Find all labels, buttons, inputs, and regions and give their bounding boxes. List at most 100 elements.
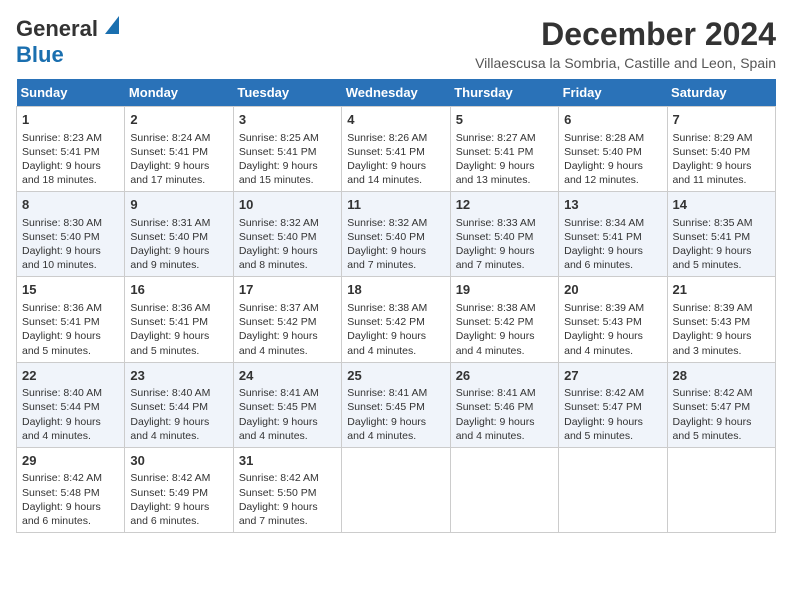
sunrise-text: Sunrise: 8:27 AM (456, 131, 553, 145)
calendar-cell: 6Sunrise: 8:28 AMSunset: 5:40 PMDaylight… (559, 107, 667, 192)
day-number: 15 (22, 281, 119, 299)
sunset-text: Sunset: 5:41 PM (239, 145, 336, 159)
calendar-cell: 27Sunrise: 8:42 AMSunset: 5:47 PMDayligh… (559, 362, 667, 447)
sunrise-text: Sunrise: 8:36 AM (130, 301, 227, 315)
day-number: 4 (347, 111, 444, 129)
calendar-cell: 1Sunrise: 8:23 AMSunset: 5:41 PMDaylight… (17, 107, 125, 192)
calendar-cell (342, 447, 450, 532)
sunset-text: Sunset: 5:44 PM (22, 400, 119, 414)
calendar-cell: 11Sunrise: 8:32 AMSunset: 5:40 PMDayligh… (342, 192, 450, 277)
day-number: 18 (347, 281, 444, 299)
sunset-text: Sunset: 5:41 PM (564, 230, 661, 244)
calendar-table: SundayMondayTuesdayWednesdayThursdayFrid… (16, 79, 776, 533)
sunrise-text: Sunrise: 8:42 AM (564, 386, 661, 400)
sunset-text: Sunset: 5:43 PM (673, 315, 770, 329)
header-tuesday: Tuesday (233, 79, 341, 107)
calendar-cell (667, 447, 775, 532)
day-number: 28 (673, 367, 770, 385)
week-row-4: 22Sunrise: 8:40 AMSunset: 5:44 PMDayligh… (17, 362, 776, 447)
sunset-text: Sunset: 5:42 PM (456, 315, 553, 329)
daylight-text: Daylight: 9 hours and 10 minutes. (22, 244, 119, 272)
daylight-text: Daylight: 9 hours and 17 minutes. (130, 159, 227, 187)
sunset-text: Sunset: 5:50 PM (239, 486, 336, 500)
day-number: 22 (22, 367, 119, 385)
week-row-5: 29Sunrise: 8:42 AMSunset: 5:48 PMDayligh… (17, 447, 776, 532)
sunset-text: Sunset: 5:40 PM (22, 230, 119, 244)
logo-blue: Blue (16, 42, 64, 67)
calendar-cell: 20Sunrise: 8:39 AMSunset: 5:43 PMDayligh… (559, 277, 667, 362)
daylight-text: Daylight: 9 hours and 5 minutes. (673, 415, 770, 443)
sunrise-text: Sunrise: 8:24 AM (130, 131, 227, 145)
sunrise-text: Sunrise: 8:32 AM (239, 216, 336, 230)
daylight-text: Daylight: 9 hours and 15 minutes. (239, 159, 336, 187)
calendar-cell: 18Sunrise: 8:38 AMSunset: 5:42 PMDayligh… (342, 277, 450, 362)
sunrise-text: Sunrise: 8:36 AM (22, 301, 119, 315)
calendar-cell (450, 447, 558, 532)
sunset-text: Sunset: 5:42 PM (239, 315, 336, 329)
day-number: 20 (564, 281, 661, 299)
day-number: 5 (456, 111, 553, 129)
sunrise-text: Sunrise: 8:42 AM (130, 471, 227, 485)
daylight-text: Daylight: 9 hours and 6 minutes. (130, 500, 227, 528)
calendar-cell: 12Sunrise: 8:33 AMSunset: 5:40 PMDayligh… (450, 192, 558, 277)
daylight-text: Daylight: 9 hours and 8 minutes. (239, 244, 336, 272)
calendar-cell (559, 447, 667, 532)
logo: General Blue (16, 16, 119, 68)
day-number: 8 (22, 196, 119, 214)
daylight-text: Daylight: 9 hours and 4 minutes. (347, 329, 444, 357)
sunset-text: Sunset: 5:41 PM (347, 145, 444, 159)
sunrise-text: Sunrise: 8:26 AM (347, 131, 444, 145)
sunset-text: Sunset: 5:40 PM (130, 230, 227, 244)
calendar-cell: 22Sunrise: 8:40 AMSunset: 5:44 PMDayligh… (17, 362, 125, 447)
daylight-text: Daylight: 9 hours and 4 minutes. (564, 329, 661, 357)
daylight-text: Daylight: 9 hours and 5 minutes. (22, 329, 119, 357)
daylight-text: Daylight: 9 hours and 5 minutes. (564, 415, 661, 443)
calendar-cell: 9Sunrise: 8:31 AMSunset: 5:40 PMDaylight… (125, 192, 233, 277)
sunrise-text: Sunrise: 8:41 AM (347, 386, 444, 400)
sunrise-text: Sunrise: 8:40 AM (22, 386, 119, 400)
daylight-text: Daylight: 9 hours and 4 minutes. (22, 415, 119, 443)
calendar-cell: 5Sunrise: 8:27 AMSunset: 5:41 PMDaylight… (450, 107, 558, 192)
day-number: 3 (239, 111, 336, 129)
day-number: 26 (456, 367, 553, 385)
header-sunday: Sunday (17, 79, 125, 107)
day-number: 11 (347, 196, 444, 214)
sunset-text: Sunset: 5:41 PM (130, 145, 227, 159)
sunset-text: Sunset: 5:41 PM (673, 230, 770, 244)
day-number: 24 (239, 367, 336, 385)
day-number: 16 (130, 281, 227, 299)
calendar-cell: 16Sunrise: 8:36 AMSunset: 5:41 PMDayligh… (125, 277, 233, 362)
calendar-cell: 4 Sunrise: 8:26 AMSunset: 5:41 PMDaylight… (342, 107, 450, 192)
header-monday: Monday (125, 79, 233, 107)
daylight-text: Daylight: 9 hours and 4 minutes. (456, 415, 553, 443)
daylight-text: Daylight: 9 hours and 13 minutes. (456, 159, 553, 187)
day-number: 12 (456, 196, 553, 214)
daylight-text: Daylight: 9 hours and 4 minutes. (130, 415, 227, 443)
header-thursday: Thursday (450, 79, 558, 107)
sunrise-text: Sunrise: 8:25 AM (239, 131, 336, 145)
calendar-cell: 19Sunrise: 8:38 AMSunset: 5:42 PMDayligh… (450, 277, 558, 362)
sunrise-text: Sunrise: 8:37 AM (239, 301, 336, 315)
sunrise-text: Sunrise: 8:30 AM (22, 216, 119, 230)
calendar-cell: 3 Sunrise: 8:25 AMSunset: 5:41 PMDaylight… (233, 107, 341, 192)
sunrise-text: Sunrise: 8:31 AM (130, 216, 227, 230)
calendar-cell: 31Sunrise: 8:42 AMSunset: 5:50 PMDayligh… (233, 447, 341, 532)
daylight-text: Daylight: 9 hours and 7 minutes. (347, 244, 444, 272)
month-title: December 2024 (475, 16, 776, 53)
sunset-text: Sunset: 5:42 PM (347, 315, 444, 329)
calendar-cell: 17Sunrise: 8:37 AMSunset: 5:42 PMDayligh… (233, 277, 341, 362)
calendar-cell: 21Sunrise: 8:39 AMSunset: 5:43 PMDayligh… (667, 277, 775, 362)
sunset-text: Sunset: 5:47 PM (673, 400, 770, 414)
daylight-text: Daylight: 9 hours and 9 minutes. (130, 244, 227, 272)
daylight-text: Daylight: 9 hours and 5 minutes. (130, 329, 227, 357)
day-number: 30 (130, 452, 227, 470)
sunrise-text: Sunrise: 8:34 AM (564, 216, 661, 230)
sunset-text: Sunset: 5:41 PM (22, 315, 119, 329)
calendar-cell: 29Sunrise: 8:42 AMSunset: 5:48 PMDayligh… (17, 447, 125, 532)
sunrise-text: Sunrise: 8:42 AM (239, 471, 336, 485)
calendar-cell: 14Sunrise: 8:35 AMSunset: 5:41 PMDayligh… (667, 192, 775, 277)
sunrise-text: Sunrise: 8:38 AM (456, 301, 553, 315)
sunset-text: Sunset: 5:44 PM (130, 400, 227, 414)
daylight-text: Daylight: 9 hours and 14 minutes. (347, 159, 444, 187)
calendar-cell: 8 Sunrise: 8:30 AMSunset: 5:40 PMDaylight… (17, 192, 125, 277)
